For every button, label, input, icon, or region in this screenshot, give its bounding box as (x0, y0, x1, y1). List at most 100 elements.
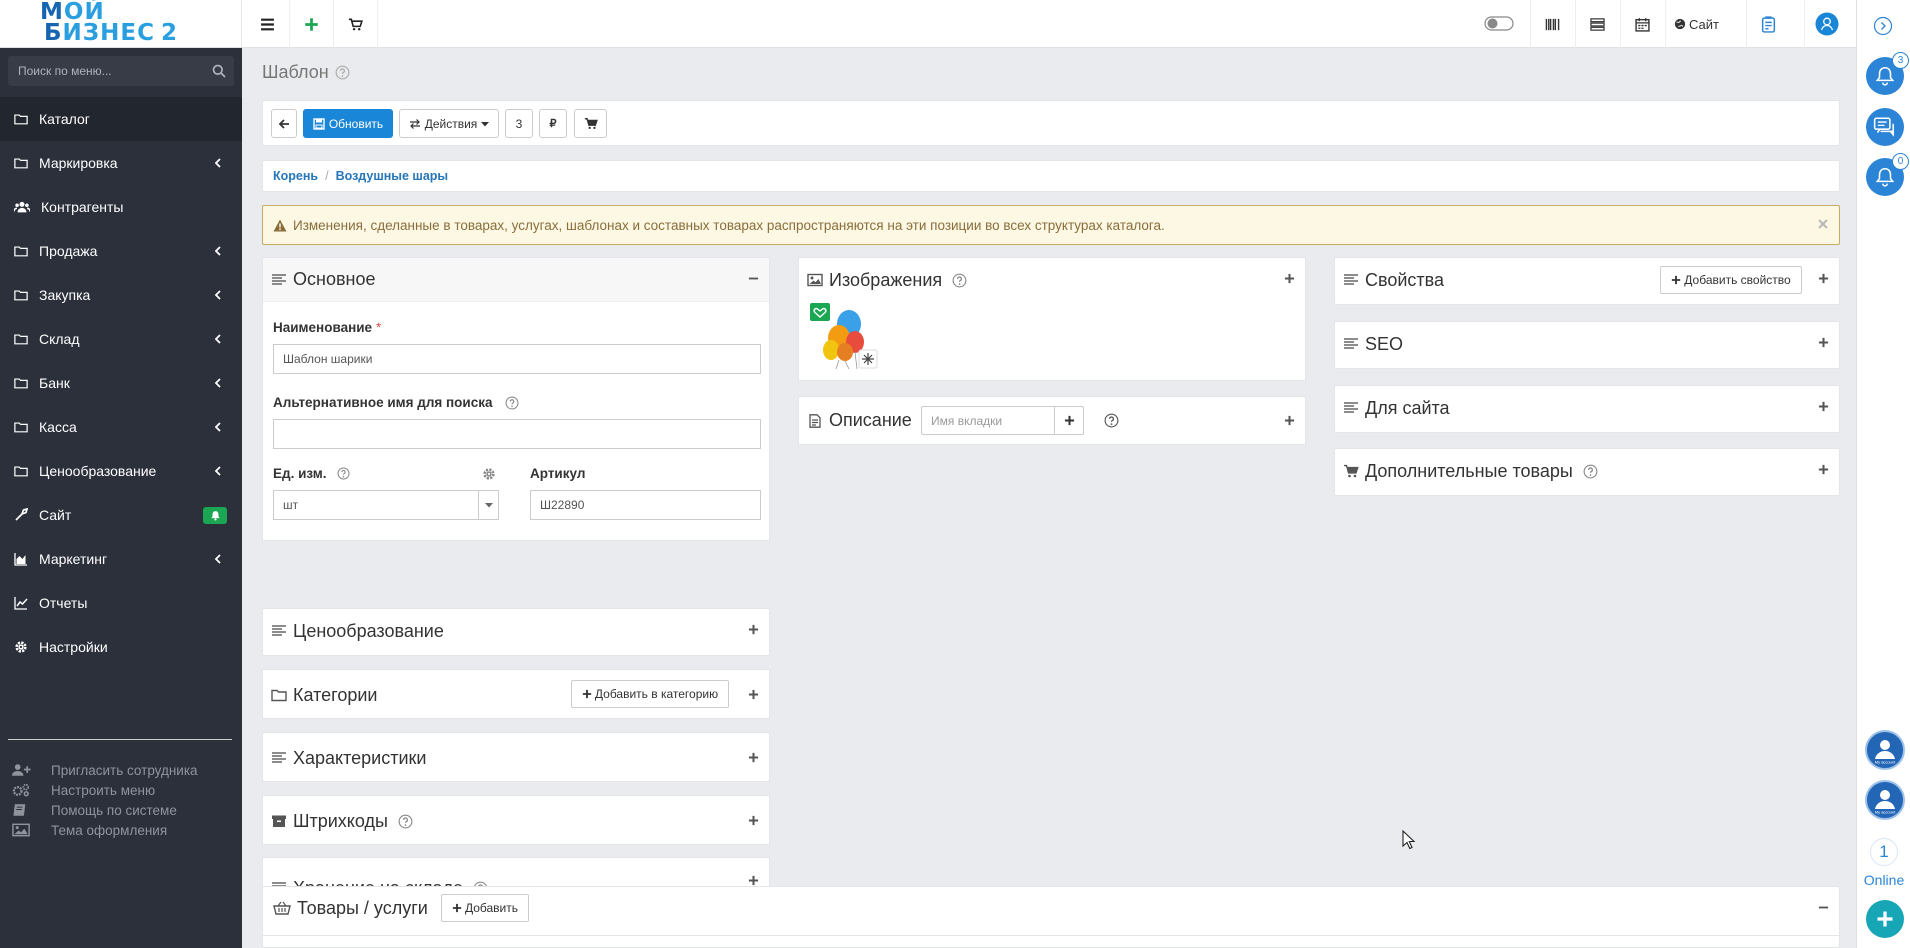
close-icon[interactable] (1817, 218, 1829, 230)
breadcrumb-balloons[interactable]: Воздушные шары (336, 169, 449, 183)
article-input[interactable] (530, 490, 761, 520)
sidebar-item-contractors[interactable]: Контрагенты (0, 185, 242, 229)
seo-card-header[interactable]: SEO (1335, 322, 1839, 366)
properties-card-header[interactable]: Свойства Добавить свойство (1335, 258, 1839, 302)
sidebar-item-settings[interactable]: Настройки (0, 625, 242, 669)
sidebar-search (8, 56, 234, 86)
sidebar-item-cashbox[interactable]: Касса (0, 405, 242, 449)
help-icon[interactable] (505, 396, 519, 410)
update-button[interactable]: Обновить (303, 109, 393, 138)
unit-select[interactable]: шт (273, 490, 499, 520)
extra-goods-card-header[interactable]: Дополнительные товары (1335, 449, 1839, 493)
add-property-button[interactable]: Добавить свойство (1660, 266, 1802, 294)
count-button[interactable]: 3 (505, 109, 533, 138)
add-goods-button[interactable]: Добавить (441, 894, 529, 922)
menu-search-input[interactable] (8, 56, 204, 86)
system-help-link[interactable]: Помощь по системе (0, 800, 242, 820)
barcodes-card-header[interactable]: Штрихкоды (263, 796, 769, 846)
goods-services-header[interactable]: Товары / услуги Добавить (263, 887, 1839, 929)
gear-icon[interactable] (482, 467, 496, 481)
help-icon[interactable] (335, 65, 350, 80)
plus-icon[interactable] (748, 624, 759, 635)
plus-icon[interactable] (748, 752, 759, 763)
plus-icon[interactable] (1284, 415, 1295, 426)
sidebar-item-marketing[interactable]: Маркетинг (0, 537, 242, 581)
my-account-button[interactable]: My account (1865, 730, 1905, 770)
unit-select-arrow[interactable] (478, 491, 498, 519)
back-button[interactable] (271, 109, 297, 138)
theme-link[interactable]: Тема оформления (0, 820, 242, 840)
minus-icon[interactable] (1818, 902, 1829, 913)
online-count[interactable]: 1 (1857, 842, 1910, 862)
quick-add-widget-button[interactable] (1866, 900, 1904, 938)
plus-icon[interactable] (748, 689, 759, 700)
help-icon[interactable] (1583, 464, 1598, 479)
characteristics-card-header[interactable]: Характеристики (263, 733, 769, 783)
plus-icon[interactable] (1818, 401, 1829, 412)
product-image-thumbnail[interactable] (809, 302, 879, 370)
barcode-button[interactable] (1530, 0, 1574, 48)
minus-icon[interactable] (748, 273, 759, 284)
reminders-button[interactable]: 0 (1866, 153, 1909, 196)
sidebar-item-pricing[interactable]: Ценообразование (0, 449, 242, 493)
sidebar-item-catalog[interactable]: Каталог (0, 97, 242, 141)
name-input[interactable] (273, 344, 761, 374)
help-icon[interactable] (952, 273, 967, 288)
help-icon[interactable] (398, 814, 413, 829)
pricing-card-header[interactable]: Ценообразование (263, 609, 769, 653)
sidebar-link-label: Тема оформления (51, 822, 168, 838)
sidebar-item-sales[interactable]: Продажа (0, 229, 242, 273)
invite-employee-link[interactable]: Пригласить сотрудника (0, 760, 242, 780)
for-site-card-header[interactable]: Для сайта (1335, 386, 1839, 430)
list-button[interactable] (1575, 0, 1619, 48)
plus-icon[interactable] (748, 815, 759, 826)
add-tab-button[interactable] (1054, 406, 1084, 435)
user-button[interactable] (1804, 0, 1848, 48)
sidebar-item-purchases[interactable]: Закупка (0, 273, 242, 317)
help-icon[interactable] (1104, 413, 1119, 428)
sidebar-item-label: Сайт (39, 507, 72, 523)
scanner-button[interactable] (1746, 0, 1790, 48)
user-plus-icon (12, 764, 31, 776)
sidebar-item-bank[interactable]: Банк (0, 361, 242, 405)
menu-toggle-button[interactable] (246, 0, 290, 48)
quick-add-button[interactable] (290, 0, 334, 48)
sidebar-item-site[interactable]: Сайт (0, 493, 242, 537)
configure-menu-link[interactable]: Настроить меню (0, 780, 242, 800)
add-property-label: Добавить свойство (1684, 273, 1791, 287)
right-widget-bar: 3 0 My account My account 1 Online (1856, 0, 1910, 948)
my-account-button-2[interactable]: My account (1865, 780, 1905, 820)
plus-icon[interactable] (748, 875, 759, 886)
collapse-panel-button[interactable] (1873, 16, 1893, 36)
sidebar-item-label: Закупка (39, 287, 91, 303)
site-link[interactable]: Сайт (1665, 0, 1727, 48)
chat-button[interactable] (1866, 108, 1904, 146)
sidebar-item-warehouse[interactable]: Склад (0, 317, 242, 361)
images-card-header[interactable]: Изображения (799, 258, 1305, 302)
sidebar-item-label: Контрагенты (41, 199, 124, 215)
theme-toggle[interactable] (1484, 15, 1514, 32)
cart-button[interactable] (334, 0, 378, 48)
seo-card: SEO (1334, 321, 1840, 369)
plus-icon[interactable] (1818, 464, 1829, 475)
plus-icon[interactable] (1818, 337, 1829, 348)
plus-icon[interactable] (1284, 273, 1295, 284)
breadcrumb-root[interactable]: Корень (273, 169, 318, 183)
plus-icon[interactable] (1818, 273, 1829, 284)
logo[interactable]: МОЙ БИЗНЕС 2 (0, 0, 242, 48)
tab-name-input[interactable] (921, 406, 1055, 435)
alt-name-input[interactable] (273, 419, 761, 449)
currency-button[interactable]: ₽ (539, 109, 567, 138)
calendar-button[interactable] (1620, 0, 1664, 48)
actions-dropdown[interactable]: Действия (399, 109, 499, 138)
sidebar-item-reports[interactable]: Отчеты (0, 581, 242, 625)
site-notification-badge (203, 507, 227, 524)
categories-card-header[interactable]: Категории Добавить в категорию (263, 670, 769, 720)
notifications-button[interactable]: 3 (1866, 52, 1909, 95)
add-to-cart-button[interactable] (574, 109, 607, 138)
search-icon[interactable] (212, 64, 226, 78)
add-to-category-button[interactable]: Добавить в категорию (571, 680, 729, 708)
basic-info-header[interactable]: Основное (263, 258, 769, 302)
help-icon[interactable] (337, 467, 350, 480)
sidebar-item-marking[interactable]: Маркировка (0, 141, 242, 185)
